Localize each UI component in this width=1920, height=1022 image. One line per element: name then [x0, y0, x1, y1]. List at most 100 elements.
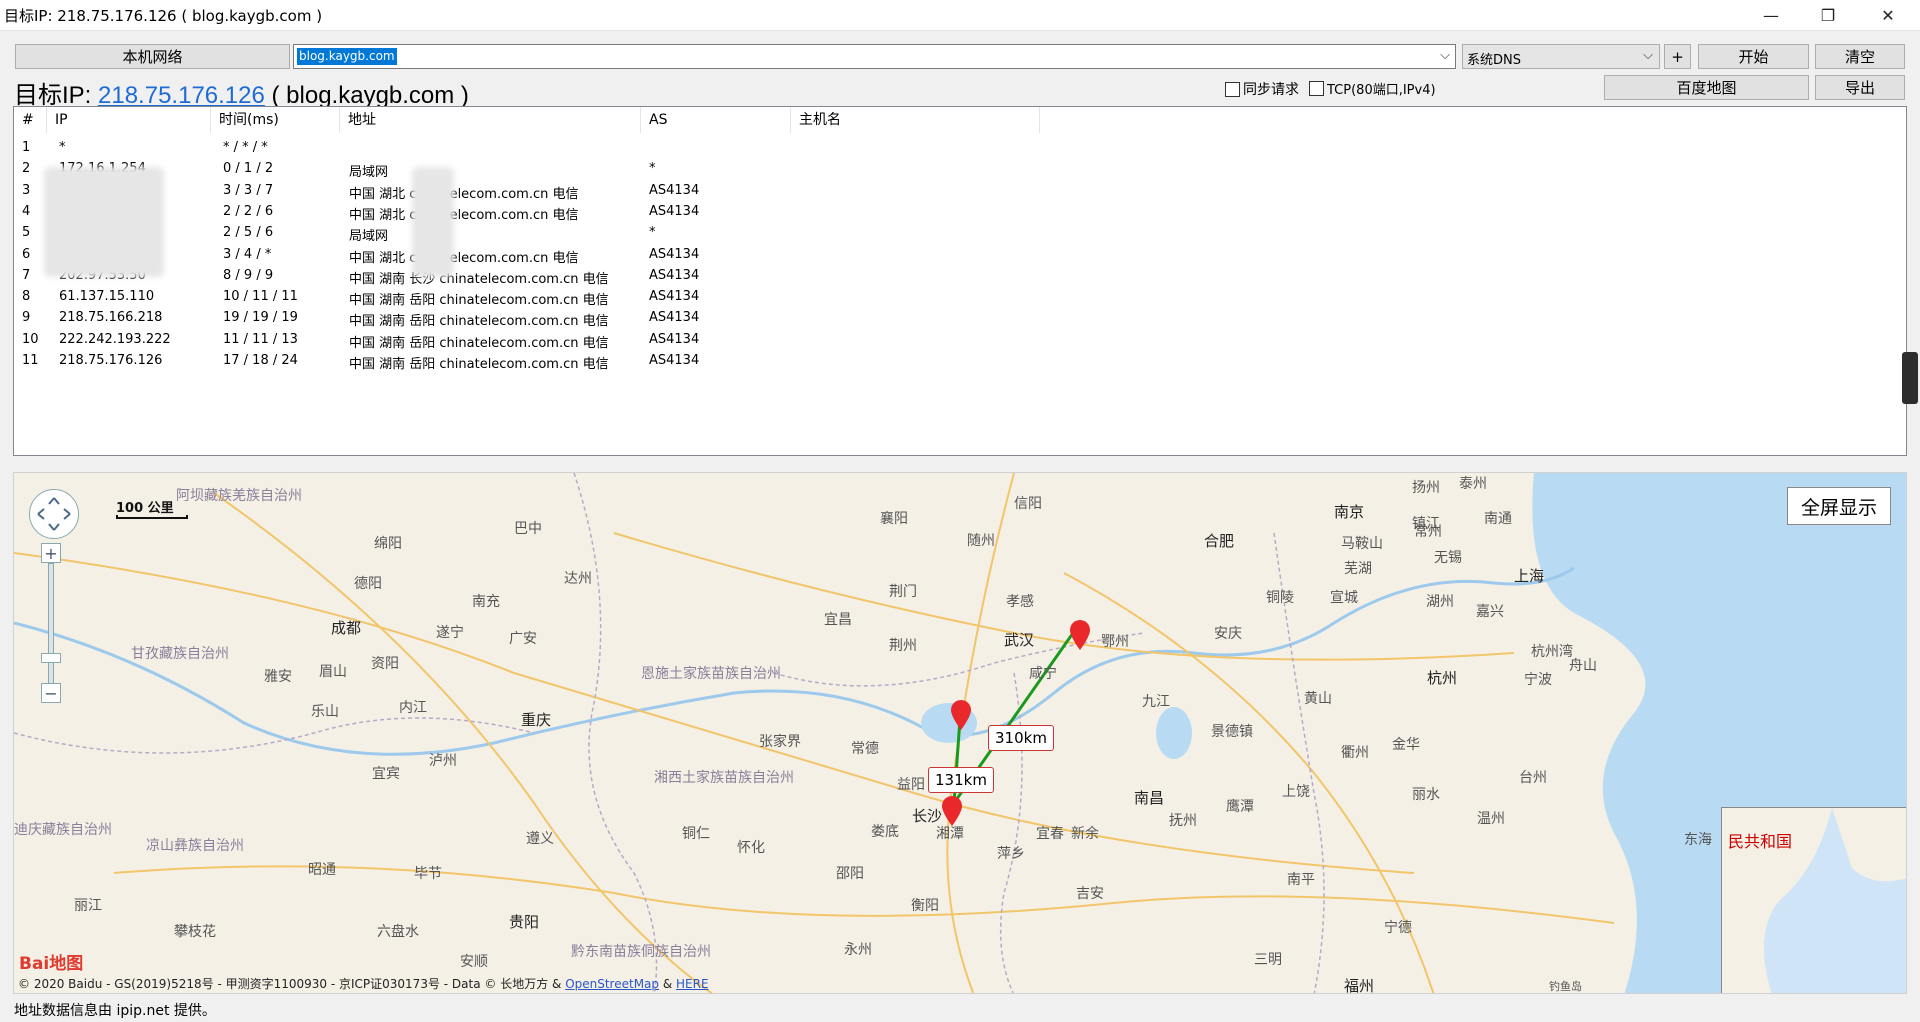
- tcp-label: TCP(80端口,IPv4): [1327, 83, 1436, 98]
- table-row[interactable]: 10 222.242.193.222 11 / 11 / 13 中国 湖南 岳阳 ch…: [14, 329, 1906, 351]
- table-cell-addr: 中国 湖南 岳阳 chinatelecom.com.cn 电信: [349, 293, 609, 309]
- table-row[interactable]: 4 2 / 2 / 6 中国 湖北 chinatelecom.com.cn 电信 AS…: [14, 201, 1906, 223]
- map-label: 武汉: [1004, 631, 1035, 649]
- zoom-slider-thumb[interactable]: [41, 653, 61, 663]
- table-cell-addr: 中国 湖南 岳阳 chinatelecom.com.cn 电信: [349, 357, 609, 372]
- column-header-time[interactable]: 时间(ms): [211, 107, 340, 133]
- table-cell-as: AS4134: [649, 182, 700, 198]
- map-label: 达州: [564, 571, 592, 587]
- table-cell-time: 19 / 19 / 19: [223, 310, 298, 326]
- sync-request-label: 同步请求: [1243, 82, 1299, 98]
- map-pin-icon[interactable]: [1069, 619, 1091, 651]
- map-label: 怀化: [737, 840, 765, 856]
- map-label: 南通: [1484, 511, 1512, 527]
- add-button[interactable]: +: [1664, 44, 1691, 69]
- map-label: 南昌: [1134, 789, 1165, 807]
- map-label: 成都: [331, 619, 362, 637]
- map-background: [14, 473, 1906, 993]
- window-title: 目标IP: 218.75.176.126 ( blog.kaygb.com ): [4, 7, 323, 25]
- map-label: 宣城: [1330, 590, 1358, 606]
- pan-arrows-icon: [37, 497, 71, 531]
- table-row[interactable]: 2172.16.1.2540 / 1 / 2局域网*: [14, 158, 1906, 180]
- map-label: 新余: [1071, 826, 1099, 842]
- map-label: 泸州: [429, 753, 457, 769]
- map-label: 六盘水: [377, 924, 419, 940]
- map-label: 铜陵: [1266, 590, 1294, 606]
- map-pin-icon[interactable]: [941, 795, 963, 827]
- map-label: 咸宁: [1029, 666, 1057, 682]
- dns-select[interactable]: 系统DNS ⌵: [1462, 44, 1660, 69]
- clear-button[interactable]: 清空: [1815, 44, 1905, 69]
- local-network-button[interactable]: 本机网络: [15, 44, 290, 69]
- minimap-label: 民共和国: [1728, 832, 1793, 851]
- redaction-blur: [44, 167, 164, 277]
- table-row[interactable]: 9 218.75.166.218 19 / 19 / 19 中国 湖南 岳阳 chin…: [14, 307, 1906, 329]
- table-cell-n: 10: [22, 331, 39, 347]
- close-button[interactable]: ✕: [1857, 0, 1919, 30]
- map-label: 益阳: [897, 777, 925, 793]
- map-label: 重庆: [521, 711, 552, 729]
- minimize-button[interactable]: —: [1740, 0, 1802, 30]
- table-row[interactable]: 7202.97.53.508 / 9 / 9中国 湖南 长沙 chinatele…: [14, 265, 1906, 287]
- close-icon: ✕: [1881, 5, 1895, 25]
- column-header-hostname[interactable]: 主机名: [791, 107, 1040, 133]
- baidu-logo: Bai地图: [19, 954, 84, 974]
- map-label: 杭州: [1427, 669, 1458, 687]
- column-header-address[interactable]: 地址: [340, 107, 641, 133]
- map-label: 泰州: [1459, 476, 1487, 492]
- target-ip-link[interactable]: 218.75.176.126: [98, 82, 265, 109]
- map-pan-control[interactable]: [29, 489, 79, 539]
- host-input[interactable]: blog.kaygb.com ⌵: [293, 44, 1456, 69]
- checkbox-box[interactable]: [1225, 81, 1240, 97]
- chevron-down-icon[interactable]: ⌵: [1440, 48, 1450, 63]
- table-cell-as: AS4134: [649, 246, 700, 262]
- table-cell-ip: 61.137.15.110: [59, 289, 155, 305]
- sync-request-checkbox[interactable]: 同步请求: [1225, 79, 1299, 99]
- overview-minimap[interactable]: 民共和国: [1721, 807, 1906, 993]
- side-scroll-handle[interactable]: [1902, 352, 1918, 404]
- here-link[interactable]: HERE: [676, 977, 709, 991]
- osm-link[interactable]: OpenStreetMap: [565, 977, 659, 991]
- start-button[interactable]: 开始: [1698, 44, 1809, 69]
- zoom-slider-track[interactable]: [48, 563, 54, 685]
- column-header-as[interactable]: AS: [641, 107, 791, 133]
- zoom-out-button[interactable]: −: [41, 683, 61, 703]
- table-cell-as: AS4134: [649, 267, 700, 283]
- export-button[interactable]: 导出: [1815, 75, 1905, 100]
- map-label: 上海: [1514, 567, 1545, 585]
- table-row[interactable]: 3 3 / 3 / 7 中国 湖北 chinatelecom.com.cn 电信 AS…: [14, 180, 1906, 202]
- map-label: 常德: [851, 741, 879, 757]
- zoom-in-button[interactable]: +: [41, 543, 61, 563]
- table-cell-n: 5: [22, 225, 31, 241]
- table-row[interactable]: 11 218.75.176.126 17 / 18 / 24 中国 湖南 岳阳 chi…: [14, 350, 1906, 372]
- tcp-checkbox[interactable]: TCP(80端口,IPv4): [1309, 79, 1436, 98]
- map-label: 内江: [399, 700, 427, 716]
- table-cell-as: AS4134: [649, 353, 700, 368]
- restore-button[interactable]: ❐: [1797, 0, 1859, 30]
- map-label: 眉山: [319, 664, 347, 680]
- map-label: 湘西土家族苗族自治州: [654, 770, 794, 786]
- column-header-ip[interactable]: IP: [47, 107, 211, 133]
- map-label: 嘉兴: [1476, 604, 1504, 620]
- map-label: 湖州: [1426, 594, 1454, 610]
- checkbox-box[interactable]: [1309, 81, 1324, 96]
- map-label: 凉山彝族自治州: [146, 838, 244, 854]
- table-cell-as: AS4134: [649, 310, 700, 326]
- map-label: 宁波: [1524, 672, 1552, 688]
- map-label: 德阳: [354, 576, 382, 592]
- table-row[interactable]: 5 2 / 5 / 6 局域网 *: [14, 222, 1906, 244]
- trace-table[interactable]: # IP 时间(ms) 地址 AS 主机名 1** / * / *2172.16…: [13, 106, 1907, 456]
- table-row[interactable]: 6 3 / 4 / * 中国 湖北 chinatelecom.com.cn 电信 AS…: [14, 244, 1906, 266]
- dns-select-value: 系统DNS: [1467, 53, 1521, 68]
- table-cell-as: AS4134: [649, 203, 700, 219]
- map-pin-icon[interactable]: [950, 699, 972, 731]
- column-header-number[interactable]: #: [14, 107, 47, 133]
- fullscreen-button[interactable]: 全屏显示: [1787, 487, 1891, 525]
- baidu-map-button[interactable]: 百度地图: [1604, 75, 1809, 100]
- table-row[interactable]: 1 * * / * / *: [14, 137, 1906, 158]
- table-row[interactable]: 8 61.137.15.110 10 / 11 / 11 中国 湖南 岳阳 china…: [14, 286, 1906, 309]
- map-label: 安顺: [460, 954, 488, 970]
- baidu-map[interactable]: 阿坝藏族羌族自治州 信阳 南京 扬州 泰州 镇江 南通 巴中 襄阳 随州 合肥 …: [13, 472, 1907, 994]
- table-cell-as: AS4134: [649, 289, 700, 305]
- table-cell-time: 10 / 11 / 11: [223, 289, 298, 305]
